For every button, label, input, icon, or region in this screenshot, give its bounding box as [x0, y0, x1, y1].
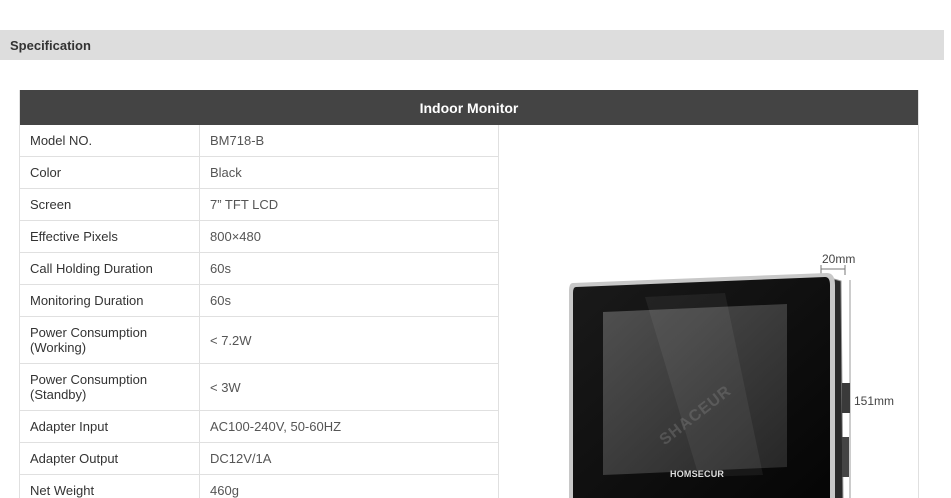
- spec-value: 460g: [210, 483, 239, 498]
- spec-value: 800×480: [210, 229, 261, 244]
- spec-label: Net Weight: [20, 475, 200, 498]
- spec-value: 7” TFT LCD: [210, 197, 279, 212]
- spec-value: < 7.2W: [210, 332, 252, 348]
- spec-row-adapter-input: Adapter Input AC100-240V, 50-60HZ: [20, 411, 498, 443]
- section-header: Specification: [0, 30, 944, 60]
- brand-logo: HOMSECUR: [670, 469, 725, 479]
- spec-label: Effective Pixels: [20, 221, 200, 252]
- spec-label: Adapter Input: [20, 411, 200, 442]
- spec-row-model: Model NO. BM718-B: [20, 125, 498, 157]
- spec-row-net-weight: Net Weight 460g: [20, 475, 498, 498]
- spec-label: Power Consumption (Standby): [20, 364, 200, 410]
- spec-label: Adapter Output: [20, 443, 200, 474]
- product-image-cell: SHACEUR HOMSECUR 20mm 151mm: [499, 125, 918, 498]
- spec-value: BM718-B: [210, 133, 265, 148]
- spec-label: Power Consumption (Working): [20, 317, 200, 363]
- spec-row-effective-pixels: Effective Pixels 800×480: [20, 221, 498, 253]
- spec-value: AC100-240V, 50-60HZ: [210, 419, 342, 434]
- spec-row-adapter-output: Adapter Output DC12V/1A: [20, 443, 498, 475]
- spec-label: Model NO.: [20, 125, 200, 156]
- spec-row-power-working: Power Consumption (Working) < 7.2W: [20, 317, 498, 364]
- spec-table: Indoor Monitor Model NO. BM718-B Color B…: [19, 90, 919, 498]
- spec-rows: Model NO. BM718-B Color Black Screen 7” …: [20, 125, 499, 498]
- spec-row-power-standby: Power Consumption (Standby) < 3W: [20, 364, 498, 411]
- spec-label: Color: [20, 157, 200, 188]
- depth-label: 20mm: [822, 252, 856, 266]
- spec-table-title: Indoor Monitor: [419, 99, 519, 116]
- spec-table-header: Indoor Monitor: [20, 90, 918, 125]
- product-image: [569, 265, 851, 498]
- spec-value: 60s: [210, 261, 231, 276]
- spec-value: Black: [210, 165, 242, 180]
- product-page: Specification Indoor Monitor Model NO. B…: [0, 0, 951, 498]
- spec-label: Screen: [20, 189, 200, 220]
- height-label: 151mm: [854, 394, 895, 408]
- spec-table-body: Model NO. BM718-B Color Black Screen 7” …: [20, 125, 918, 498]
- spec-value: < 3W: [210, 379, 241, 395]
- spec-row-screen: Screen 7” TFT LCD: [20, 189, 498, 221]
- spec-row-call-holding: Call Holding Duration 60s: [20, 253, 498, 285]
- spec-value: DC12V/1A: [210, 451, 272, 466]
- section-title: Specification: [10, 37, 91, 53]
- spec-value: 60s: [210, 293, 231, 308]
- spec-label: Call Holding Duration: [20, 253, 200, 284]
- spec-row-color: Color Black: [20, 157, 498, 189]
- spec-row-monitoring: Monitoring Duration 60s: [20, 285, 498, 317]
- spec-label: Monitoring Duration: [20, 285, 200, 316]
